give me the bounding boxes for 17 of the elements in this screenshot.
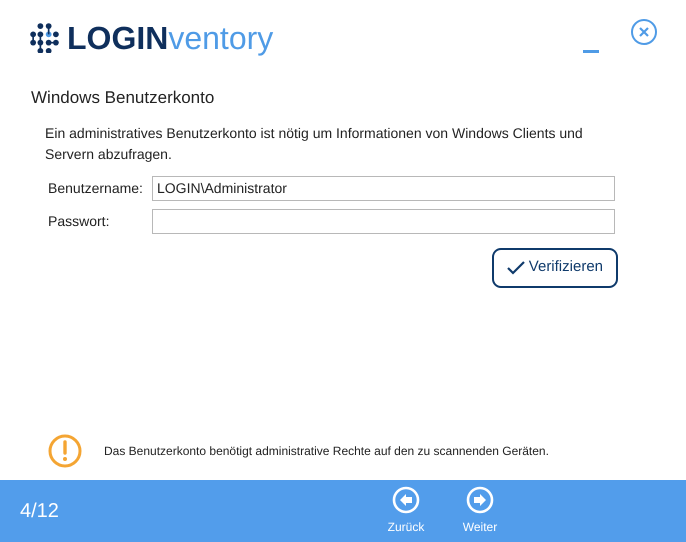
close-button[interactable] xyxy=(631,19,657,45)
step-counter: 4/12 xyxy=(20,499,59,524)
minimize-icon xyxy=(583,50,599,53)
field-label: Benutzername: xyxy=(48,178,144,198)
checkmark-icon xyxy=(506,260,525,274)
close-icon xyxy=(639,27,649,37)
logo-icon xyxy=(29,23,59,53)
logo-text: LOGIN xyxy=(67,22,168,54)
input-field[interactable]: LOGIN\Administrator xyxy=(152,176,615,200)
logo-text: ventory xyxy=(168,22,274,54)
field-label: Passwort: xyxy=(48,212,110,230)
section-title: Windows Benutzerkonto xyxy=(31,87,216,109)
verify-button[interactable]: Verifizieren xyxy=(492,248,618,288)
description-text: Ein administratives Benutzerkonto ist nötig um Informationen von Windows Clients und Servern abzufragen. xyxy=(45,124,584,164)
warning-icon xyxy=(48,434,82,468)
input-field[interactable] xyxy=(152,208,615,234)
warning-text: Das Benutzerkonto benötigt administrative Rechte auf den zu scannenden Geräten. xyxy=(104,443,549,460)
